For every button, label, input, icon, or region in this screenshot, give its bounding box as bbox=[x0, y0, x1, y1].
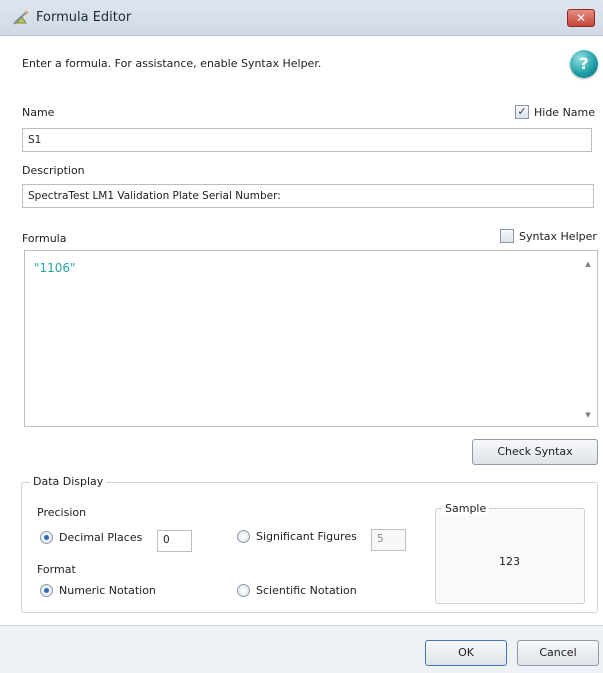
syntax-helper-label: Syntax Helper bbox=[519, 229, 597, 243]
decimal-places-label: Decimal Places bbox=[59, 531, 143, 544]
hide-name-checkbox[interactable]: ✓ Hide Name bbox=[515, 105, 595, 119]
name-label: Name bbox=[22, 106, 55, 119]
significant-figures-radio-icon bbox=[237, 530, 250, 543]
dialog-footer: OK Cancel bbox=[0, 625, 603, 673]
data-display-title: Data Display bbox=[30, 475, 107, 488]
description-label: Description bbox=[22, 164, 85, 177]
formula-label: Formula bbox=[22, 232, 67, 245]
formula-editor-icon bbox=[13, 11, 28, 25]
scroll-up-icon[interactable]: ▲ bbox=[583, 260, 593, 270]
check-syntax-button[interactable]: Check Syntax bbox=[472, 439, 598, 465]
cancel-button[interactable]: Cancel bbox=[517, 640, 599, 666]
window-title: Formula Editor bbox=[36, 10, 132, 25]
hide-name-check-icon: ✓ bbox=[515, 105, 529, 119]
help-icon[interactable]: ? bbox=[570, 50, 598, 78]
decimal-places-input[interactable]: 0 bbox=[157, 530, 192, 552]
formula-editor-window: Formula Editor ✕ Enter a formula. For as… bbox=[0, 0, 603, 673]
syntax-helper-checkbox[interactable]: Syntax Helper bbox=[500, 229, 597, 243]
ok-button[interactable]: OK bbox=[425, 640, 507, 666]
title-bar: Formula Editor ✕ bbox=[0, 0, 603, 36]
significant-figures-label: Significant Figures bbox=[256, 530, 357, 543]
scroll-down-icon[interactable]: ▼ bbox=[583, 411, 593, 421]
significant-figures-radio[interactable]: Significant Figures bbox=[237, 530, 357, 543]
hide-name-label: Hide Name bbox=[534, 105, 596, 119]
formula-text: "1106" bbox=[34, 261, 76, 275]
scientific-notation-radio[interactable]: Scientific Notation bbox=[237, 584, 357, 597]
scientific-notation-label: Scientific Notation bbox=[256, 584, 357, 597]
numeric-notation-radio[interactable]: Numeric Notation bbox=[40, 584, 156, 597]
instructions-text: Enter a formula. For assistance, enable … bbox=[22, 57, 322, 70]
numeric-notation-label: Numeric Notation bbox=[59, 584, 156, 597]
numeric-notation-radio-icon bbox=[40, 584, 53, 597]
sample-value: 123 bbox=[499, 555, 520, 568]
close-icon: ✕ bbox=[575, 11, 587, 25]
description-field[interactable]: SpectraTest LM1 Validation Plate Serial … bbox=[22, 184, 594, 208]
sample-title: Sample bbox=[442, 502, 490, 515]
scientific-notation-radio-icon bbox=[237, 584, 250, 597]
decimal-places-radio[interactable]: Decimal Places bbox=[40, 531, 142, 544]
formula-editor-area[interactable]: "1106" ▲ ▼ bbox=[24, 250, 598, 427]
significant-figures-input[interactable]: 5 bbox=[371, 529, 406, 551]
decimal-places-radio-icon bbox=[40, 531, 53, 544]
syntax-helper-check-icon bbox=[500, 229, 514, 243]
format-label: Format bbox=[37, 563, 76, 576]
precision-label: Precision bbox=[37, 506, 87, 519]
name-field[interactable]: S1 bbox=[22, 128, 592, 152]
close-button[interactable]: ✕ bbox=[567, 9, 595, 27]
